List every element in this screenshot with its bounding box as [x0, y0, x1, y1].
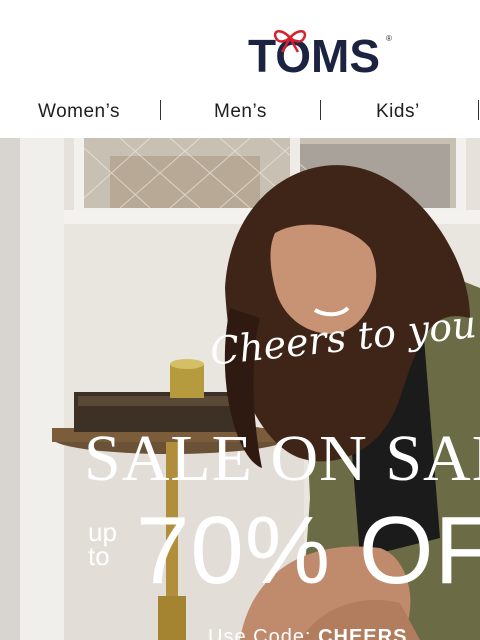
nav-divider: [478, 100, 479, 120]
hero-up-to: up to: [88, 517, 117, 571]
nav-divider: [320, 100, 321, 120]
toms-logo[interactable]: TOMS ®: [248, 30, 398, 82]
nav-divider: [160, 100, 161, 120]
promo-code-label: Use Code:: [208, 626, 312, 640]
promo-code: Use Code: CHEERS: [208, 626, 407, 640]
logo-wordmark: TOMS: [248, 30, 381, 82]
hero-banner[interactable]: Cheers to you! SALE ON SALE up to 70% OF…: [0, 138, 480, 640]
red-bow-icon: [273, 30, 307, 53]
hero-discount: 70% OFF: [136, 497, 480, 604]
nav-women[interactable]: Women’s: [38, 101, 120, 123]
registered-mark: ®: [386, 34, 392, 43]
nav-kids[interactable]: Kids’: [376, 101, 420, 123]
promo-code-value: CHEERS: [318, 626, 408, 640]
nav-men[interactable]: Men’s: [214, 101, 267, 123]
header: TOMS ®: [0, 0, 480, 96]
category-nav: Women’s Men’s Kids’: [0, 96, 480, 130]
hero-headline: SALE ON SALE: [84, 422, 480, 495]
